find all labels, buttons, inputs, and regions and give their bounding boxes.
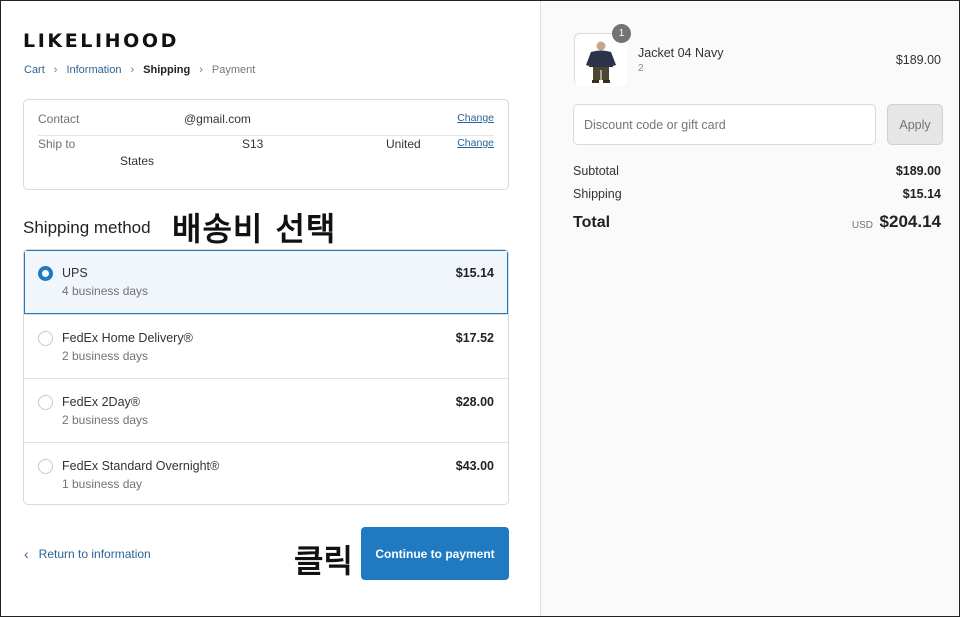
option-name: FedEx Standard Overnight® bbox=[62, 459, 220, 473]
ship-to-label: Ship to bbox=[38, 137, 76, 151]
option-name: UPS bbox=[62, 266, 88, 280]
discount-code-input[interactable] bbox=[573, 104, 876, 145]
radio-unselected[interactable] bbox=[38, 459, 53, 474]
total-label: Total bbox=[573, 214, 611, 231]
order-summary: 1 Jacket 04 Navy 2 $189.00 Apply Subtota… bbox=[540, 0, 960, 617]
option-price: $43.00 bbox=[455, 459, 494, 473]
chevron-right-icon: › bbox=[199, 64, 203, 76]
radio-unselected[interactable] bbox=[38, 331, 53, 346]
contact-row: Contact @gmail.com Change bbox=[38, 112, 494, 136]
option-days: 4 business days bbox=[62, 284, 149, 298]
option-price: $28.00 bbox=[455, 395, 494, 409]
return-to-information-link[interactable]: ‹ Return to information bbox=[24, 546, 151, 562]
option-days: 2 business days bbox=[62, 349, 149, 363]
continue-to-payment-button[interactable]: Continue to payment bbox=[361, 527, 509, 580]
checkout-main: LIKELIHOOD Cart › Information › Shipping… bbox=[0, 0, 540, 617]
subtotal-value: $189.00 bbox=[895, 164, 941, 178]
ship-to-row: Ship to S13 United States Change bbox=[38, 137, 494, 187]
shipping-option-fedex-2day[interactable]: FedEx 2Day® 2 business days $28.00 bbox=[24, 378, 508, 442]
annotation-click: 클릭 bbox=[294, 542, 353, 580]
contact-value: @gmail.com bbox=[184, 112, 251, 126]
store-logo[interactable]: LIKELIHOOD bbox=[23, 30, 179, 52]
breadcrumb-payment: Payment bbox=[211, 64, 256, 76]
contact-label: Contact bbox=[38, 112, 80, 126]
change-contact-link[interactable]: Change bbox=[457, 112, 494, 124]
shipping-option-ups[interactable]: UPS 4 business days $15.14 bbox=[24, 250, 508, 314]
chevron-right-icon: › bbox=[53, 64, 58, 76]
chevron-left-icon: ‹ bbox=[24, 546, 29, 562]
annotation-select-shipping: 배송비 선택 bbox=[172, 210, 337, 248]
breadcrumb-cart[interactable]: Cart bbox=[24, 64, 45, 76]
radio-unselected[interactable] bbox=[38, 395, 53, 410]
breadcrumb-shipping: Shipping bbox=[143, 64, 191, 76]
option-days: 1 business day bbox=[62, 477, 143, 491]
apply-discount-button[interactable]: Apply bbox=[887, 104, 943, 145]
shipping-option-fedex-overnight[interactable]: FedEx Standard Overnight® 1 business day… bbox=[24, 442, 508, 504]
return-label: Return to information bbox=[38, 547, 151, 561]
shipping-option-fedex-home[interactable]: FedEx Home Delivery® 2 business days $17… bbox=[24, 314, 508, 378]
review-block: Contact @gmail.com Change Ship to S13 Un… bbox=[23, 99, 509, 190]
breadcrumb-information[interactable]: Information bbox=[66, 64, 121, 76]
product-name: Jacket 04 Navy bbox=[638, 46, 724, 60]
ship-to-country-part: States bbox=[120, 154, 155, 168]
ship-to-address-part: S13 bbox=[242, 137, 264, 151]
shipping-cost-label: Shipping bbox=[573, 187, 622, 201]
change-address-link[interactable]: Change bbox=[457, 137, 494, 149]
chevron-right-icon: › bbox=[130, 64, 135, 76]
option-name: FedEx Home Delivery® bbox=[62, 331, 193, 345]
product-price: $189.00 bbox=[895, 53, 941, 67]
option-price: $15.14 bbox=[455, 266, 494, 280]
product-variant: 2 bbox=[638, 63, 644, 74]
option-price: $17.52 bbox=[455, 331, 494, 345]
shipping-options-list: UPS 4 business days $15.14 FedEx Home De… bbox=[23, 249, 509, 505]
currency-code: USD bbox=[851, 220, 873, 231]
subtotal-label: Subtotal bbox=[573, 164, 619, 178]
breadcrumb: Cart › Information › Shipping › Payment bbox=[24, 64, 255, 76]
shipping-cost-value: $15.14 bbox=[902, 187, 941, 201]
ship-to-country-part: United bbox=[386, 137, 421, 151]
option-name: FedEx 2Day® bbox=[62, 395, 140, 409]
shipping-method-title: Shipping method bbox=[23, 218, 151, 237]
radio-selected[interactable] bbox=[38, 266, 53, 281]
quantity-badge: 1 bbox=[612, 24, 631, 43]
option-days: 2 business days bbox=[62, 413, 149, 427]
total-value: $204.14 bbox=[879, 212, 941, 231]
